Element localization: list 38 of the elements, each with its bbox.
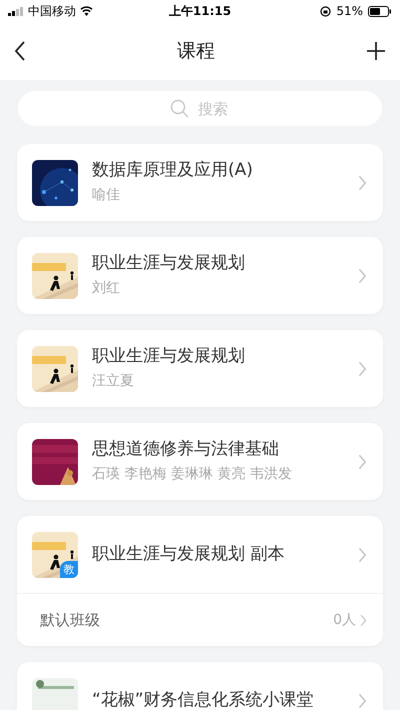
- course-title: 思想道德修养与法律基础: [92, 440, 280, 460]
- course-card[interactable]: 职业生涯与发展规划 汪立夏: [17, 330, 383, 407]
- teacher-names: 喻佳: [92, 186, 121, 204]
- course-card[interactable]: “花椒”财务信息化系统小课堂: [17, 662, 383, 710]
- chevron-icon: [358, 174, 367, 190]
- course-title: “花椒”财务信息化系统小课堂: [92, 690, 315, 710]
- page-title: 课程: [177, 39, 215, 64]
- course-card[interactable]: 思想道德修养与法律基础 石瑛 李艳梅 姜琳琳 黄亮 韦洪发: [17, 423, 383, 500]
- battery-icon: [368, 6, 392, 16]
- search-field[interactable]: 搜索: [18, 91, 382, 126]
- carrier-name: 中国移动: [28, 2, 76, 20]
- class-name: 默认班级: [40, 610, 101, 630]
- chevron-icon: [360, 614, 367, 626]
- teacher-names: 石瑛 李艳梅 姜琳琳 黄亮 韦洪发: [92, 464, 293, 483]
- course-title: 职业生涯与发展规划: [92, 347, 246, 367]
- status-time: 上午11:15: [168, 2, 232, 20]
- course-title: 数据库原理及应用(A): [92, 161, 254, 181]
- course-card[interactable]: 教 职业生涯与发展规划 副本 默认班级 0人: [17, 516, 383, 646]
- battery-percent: 51%: [336, 4, 364, 18]
- teacher-badge: 教: [60, 560, 78, 578]
- teacher-names: 刘红: [92, 278, 121, 297]
- chevron-icon: [358, 454, 367, 470]
- course-card[interactable]: 数据库原理及应用(A) 喻佳: [17, 144, 383, 221]
- add-button[interactable]: [366, 41, 386, 61]
- teacher-names: 汪立夏: [92, 372, 135, 390]
- chevron-icon: [358, 360, 367, 376]
- back-button[interactable]: [14, 41, 26, 61]
- course-title: 职业生涯与发展规划: [92, 254, 246, 274]
- course-title: 职业生涯与发展规划 副本: [92, 544, 286, 564]
- course-card[interactable]: 职业生涯与发展规划 刘红: [17, 237, 383, 314]
- chevron-icon: [358, 546, 367, 562]
- rotation-lock-icon: [320, 6, 332, 16]
- chevron-icon: [358, 268, 367, 284]
- signal-icon: [8, 6, 24, 16]
- class-row[interactable]: 默认班级 0人: [17, 593, 383, 646]
- student-count: 0人: [333, 611, 356, 629]
- wifi-icon: [80, 6, 93, 16]
- chevron-icon: [358, 692, 367, 708]
